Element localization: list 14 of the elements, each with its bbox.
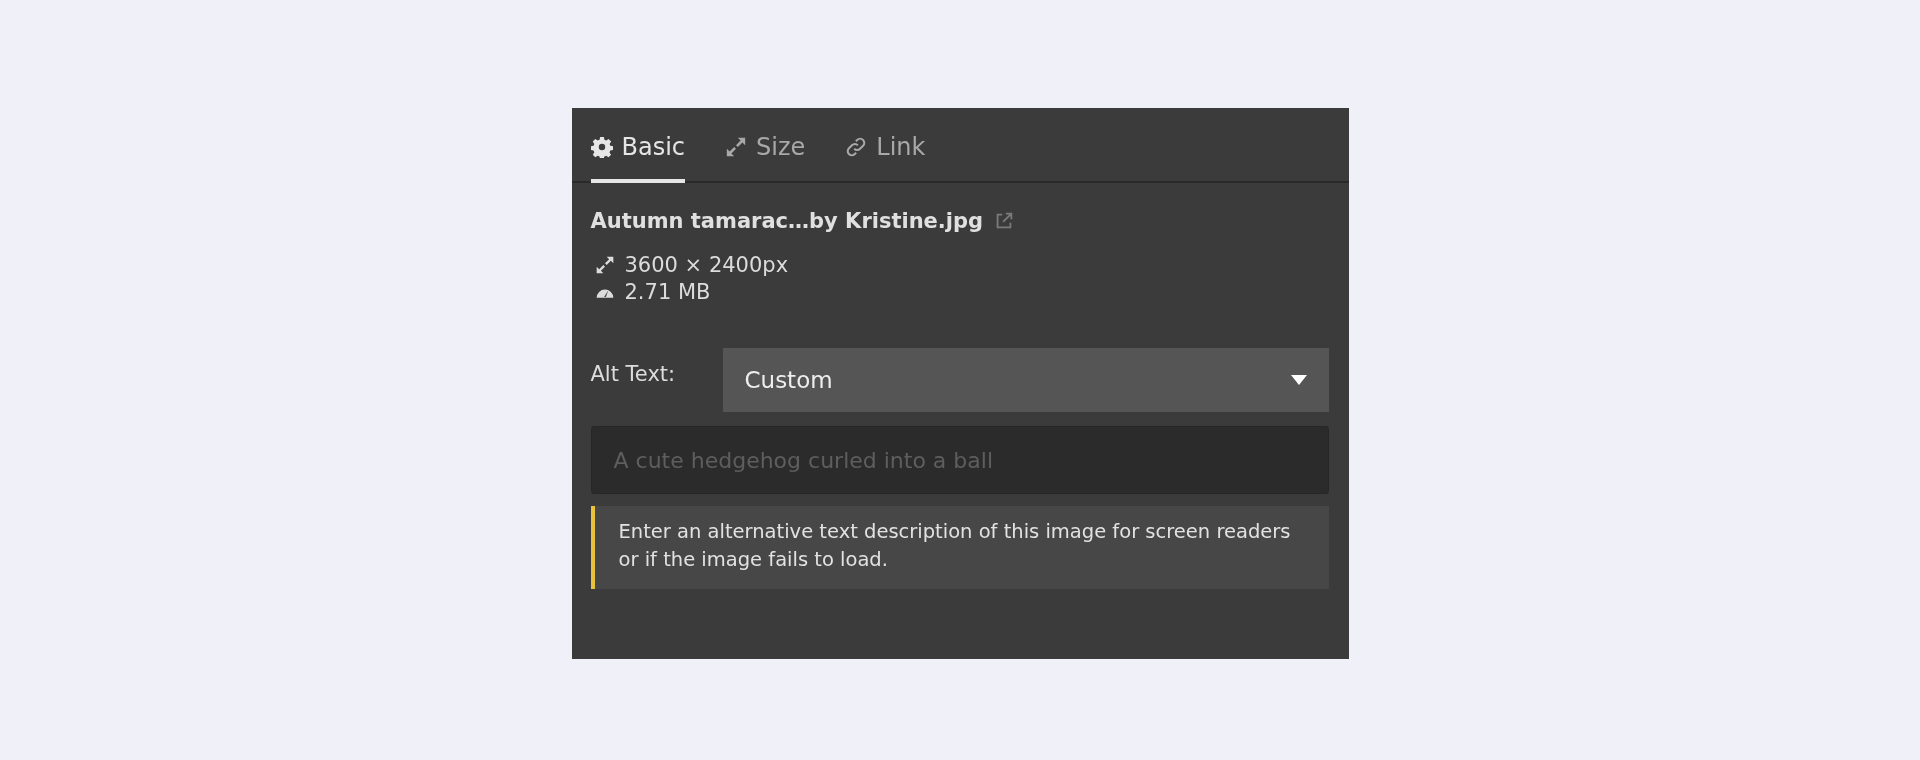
gear-icon (590, 135, 613, 158)
image-dimensions: 3600 × 2400px (624, 253, 789, 277)
tab[interactable]: Size (725, 108, 806, 183)
alt-text-hint: Enter an alternative text description of this image for screen readers or if the image fails to load. (590, 506, 1329, 589)
diagonal-arrows-icon (594, 255, 615, 275)
tab[interactable]: Link (845, 108, 926, 183)
tab[interactable]: Basic (590, 108, 686, 183)
caret-icon (1290, 375, 1307, 385)
diagonal-arrows-icon (725, 135, 748, 158)
link-icon (845, 135, 868, 158)
file-size: 2.71 MB (624, 280, 711, 304)
alt-text-dropdown[interactable]: Custom (722, 348, 1329, 412)
alt-text-label: Alt Text: (590, 361, 677, 386)
file-name: Autumn tamarac…by Kristine.jpg (590, 209, 984, 233)
